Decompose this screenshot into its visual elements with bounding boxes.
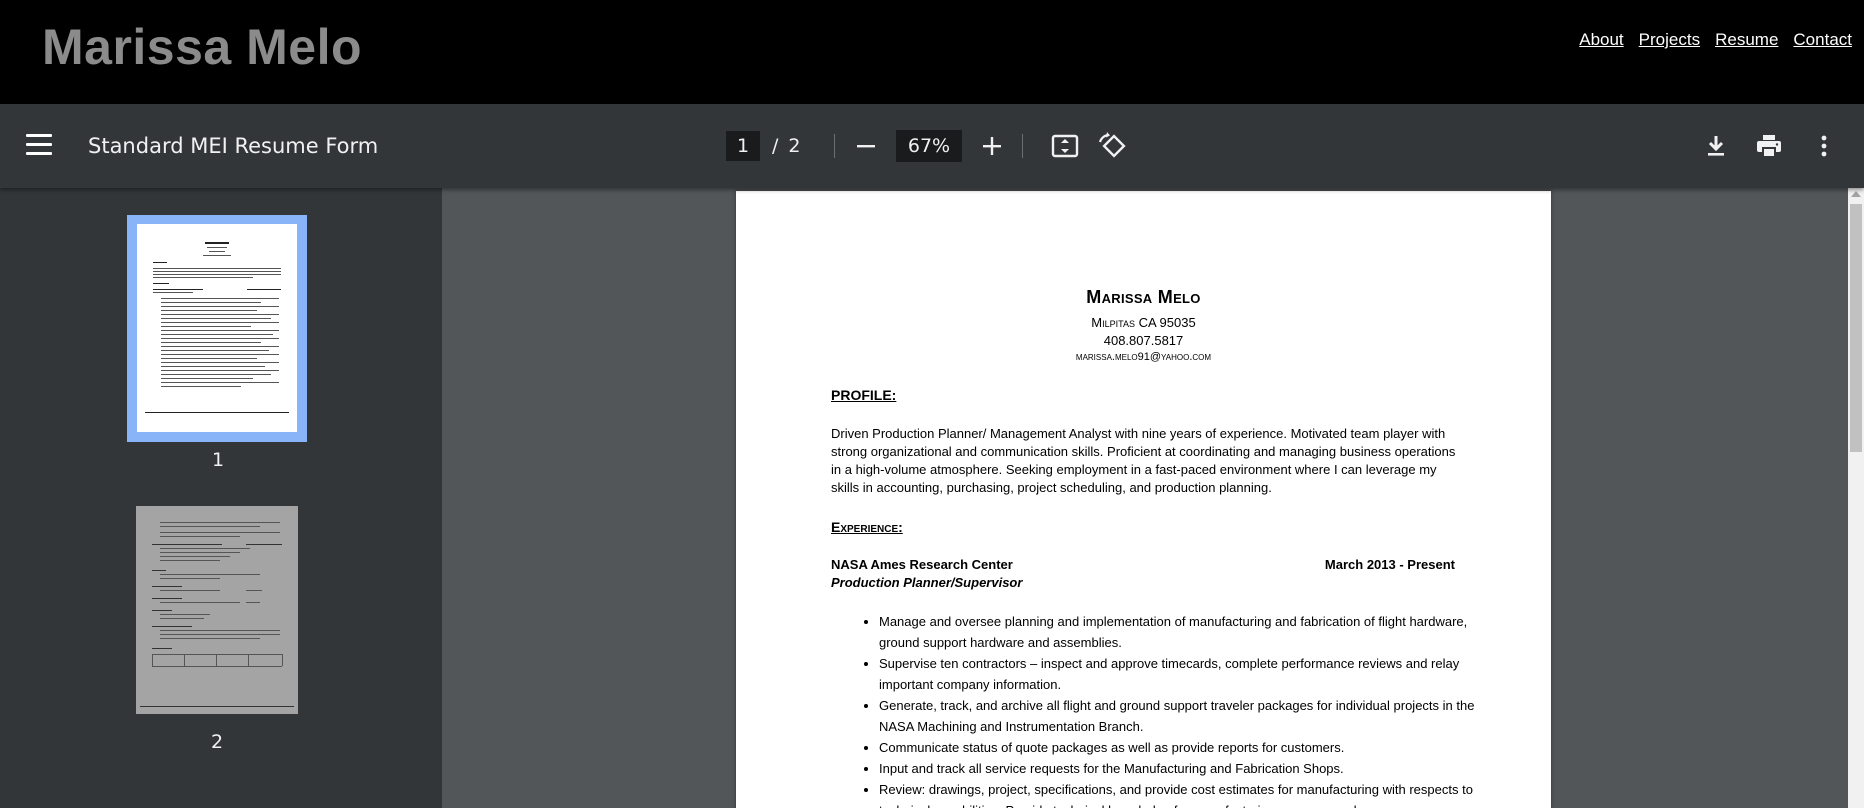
zoom-level[interactable]: 67% [896,130,962,162]
zoom-out-icon[interactable] [852,132,880,160]
toolbar-divider [834,134,835,158]
rotate-icon[interactable] [1096,130,1128,162]
download-icon[interactable] [1700,130,1732,162]
thumbnail-page-number: 1 [212,449,225,471]
site-title: Marissa Melo [42,19,363,75]
current-page-input[interactable]: 1 [726,131,760,161]
pdf-page: Marissa Melo Milpitas CA 95035 408.807.5… [736,191,1551,808]
total-pages: 2 [788,135,801,157]
print-icon[interactable] [1753,130,1785,162]
job-title: Production Planner/Supervisor [831,575,1023,590]
resume-address: Milpitas CA 95035 [1091,315,1196,330]
more-icon[interactable] [1808,130,1840,162]
nav-projects-link[interactable]: Projects [1639,30,1700,50]
nav-resume-link[interactable]: Resume [1715,30,1778,50]
scrollbar-thumb[interactable] [1850,204,1862,452]
page-thumbnail-2[interactable] [136,506,298,714]
resume-phone: 408.807.5817 [1103,333,1184,348]
responsibility-list: Manage and oversee planning and implemen… [831,611,1509,808]
site-nav: About Projects Resume Contact [1579,30,1852,50]
scroll-up-icon[interactable] [1851,191,1861,197]
document-viewer[interactable]: Marissa Melo Milpitas CA 95035 408.807.5… [442,188,1848,808]
list-item: Input and track all service requests for… [879,758,1509,779]
thumbnail-page-number: 2 [211,731,224,753]
thumbnail-sidebar: 1 2 [0,188,442,808]
document-title: Standard MEI Resume Form [88,134,379,158]
vertical-scrollbar[interactable] [1848,188,1864,808]
profile-text: Driven Production Planner/ Management An… [831,426,1456,495]
list-item: Manage and oversee planning and implemen… [879,611,1509,653]
resume-email: marissa.melo91@yahoo.com [1075,351,1212,363]
experience-heading: Experience: [831,519,903,535]
nav-contact-link[interactable]: Contact [1793,30,1852,50]
page-thumbnail-1[interactable] [127,215,307,442]
resume-name: Marissa Melo [1086,287,1201,307]
menu-icon[interactable] [26,134,52,156]
site-header: Marissa Melo About Projects Resume Conta… [0,0,1864,104]
toolbar-divider [1022,134,1023,158]
fit-page-icon[interactable] [1049,130,1081,162]
page-selector: 1 / 2 [726,130,801,162]
zoom-in-icon[interactable] [978,132,1006,160]
list-item: Communicate status of quote packages as … [879,737,1509,758]
list-item: Supervise ten contractors – inspect and … [879,653,1509,695]
pdf-toolbar: Standard MEI Resume Form 1 / 2 67% [0,104,1864,188]
page-separator: / [772,135,779,157]
list-item: Review: drawings, project, specification… [879,779,1509,808]
thumbnail-image [137,224,297,432]
list-item: Generate, track, and archive all flight … [879,695,1509,737]
employer-name: NASA Ames Research Center [831,557,1013,572]
nav-about-link[interactable]: About [1579,30,1623,50]
employment-dates: March 2013 - Present [1324,557,1455,572]
profile-heading: PROFILE: [831,387,897,403]
